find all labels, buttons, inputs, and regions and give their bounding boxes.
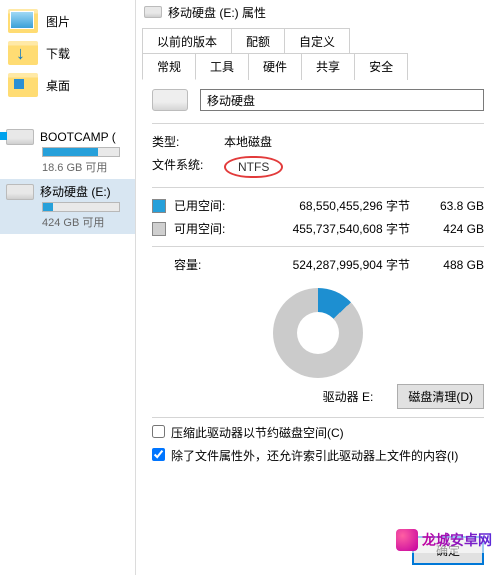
watermark-icon [396,529,418,551]
filesystem-value: NTFS [224,156,283,178]
watermark-text: 龙城安卓网 [422,530,492,550]
capacity-label: 容量: [174,256,236,273]
usage-donut-chart [273,288,363,378]
downloads-icon [8,41,38,65]
free-space-swatch [152,222,166,236]
tab-previous-versions[interactable]: 以前的版本 [142,28,232,54]
pictures-icon [8,9,38,33]
disk-cleanup-button[interactable]: 磁盘清理(D) [397,384,484,409]
sidebar-item-desktop[interactable]: 桌面 [0,69,135,101]
tab-customize[interactable]: 自定义 [284,28,350,54]
drive-icon [6,129,34,145]
tab-strip: 以前的版本 配额 自定义 常规 工具 硬件 共享 安全 [136,24,500,79]
capacity-human: 488 GB [426,258,484,272]
used-label: 已用空间: [174,197,236,214]
tab-tools[interactable]: 工具 [195,53,249,80]
drive-name: 移动硬盘 (E:) [40,183,111,200]
sidebar-item-downloads[interactable]: 下载 [0,37,135,69]
compress-label: 压缩此驱动器以节约磁盘空间(C) [171,424,344,441]
properties-dialog: 移动硬盘 (E:) 属性 以前的版本 配额 自定义 常规 工具 硬件 共享 安全 [135,0,500,575]
free-bytes: 455,737,540,608 字节 [244,220,418,237]
index-checkbox[interactable] [152,448,165,461]
tab-general[interactable]: 常规 [142,53,196,80]
sidebar-drive-bootcamp[interactable]: BOOTCAMP ( 18.6 GB 可用 [0,125,135,179]
dialog-title: 移动硬盘 (E:) 属性 [168,4,266,21]
capacity-bar [42,202,120,212]
drive-name: BOOTCAMP ( [40,130,116,144]
sidebar-label: 图片 [46,13,70,30]
watermark: 龙城安卓网 [392,527,496,553]
used-human: 63.8 GB [426,199,484,213]
compress-checkbox[interactable] [152,425,165,438]
disk-icon [144,6,162,18]
tab-hardware[interactable]: 硬件 [248,53,302,80]
type-value: 本地磁盘 [224,133,272,150]
index-label: 除了文件属性外，还允许索引此驱动器上文件的内容(I) [171,447,458,464]
explorer-sidebar: 图片 下载 桌面 BOOTCAMP ( 18.6 GB 可用 移动硬盘 (E:) [0,0,135,575]
sidebar-label: 下载 [46,45,70,62]
capacity-bar [42,147,120,157]
type-label: 类型: [152,133,224,150]
tab-security[interactable]: 安全 [354,53,408,80]
drive-meta: 424 GB 可用 [6,214,129,230]
tab-sharing[interactable]: 共享 [301,53,355,80]
disk-icon-large [152,89,188,111]
sidebar-item-pictures[interactable]: 图片 [0,5,135,37]
drive-icon [6,184,34,200]
index-checkbox-row[interactable]: 除了文件属性外，还允许索引此驱动器上文件的内容(I) [152,447,484,464]
sidebar-drive-removable[interactable]: 移动硬盘 (E:) 424 GB 可用 [0,179,135,234]
capacity-bytes: 524,287,995,904 字节 [244,256,418,273]
used-bytes: 68,550,455,296 字节 [244,197,418,214]
drive-meta: 18.6 GB 可用 [6,159,129,175]
used-space-swatch [152,199,166,213]
drive-letter-label: 驱动器 E: [323,388,374,405]
dialog-titlebar: 移动硬盘 (E:) 属性 [136,0,500,24]
free-human: 424 GB [426,222,484,236]
sidebar-label: 桌面 [46,77,70,94]
filesystem-label: 文件系统: [152,156,224,178]
tab-quota[interactable]: 配额 [231,28,285,54]
desktop-icon [8,73,38,97]
tab-content-general: 类型: 本地磁盘 文件系统: NTFS 已用空间: 68,550,455,296… [136,79,500,526]
compress-checkbox-row[interactable]: 压缩此驱动器以节约磁盘空间(C) [152,424,484,441]
drive-name-input[interactable] [200,89,484,111]
free-label: 可用空间: [174,220,236,237]
